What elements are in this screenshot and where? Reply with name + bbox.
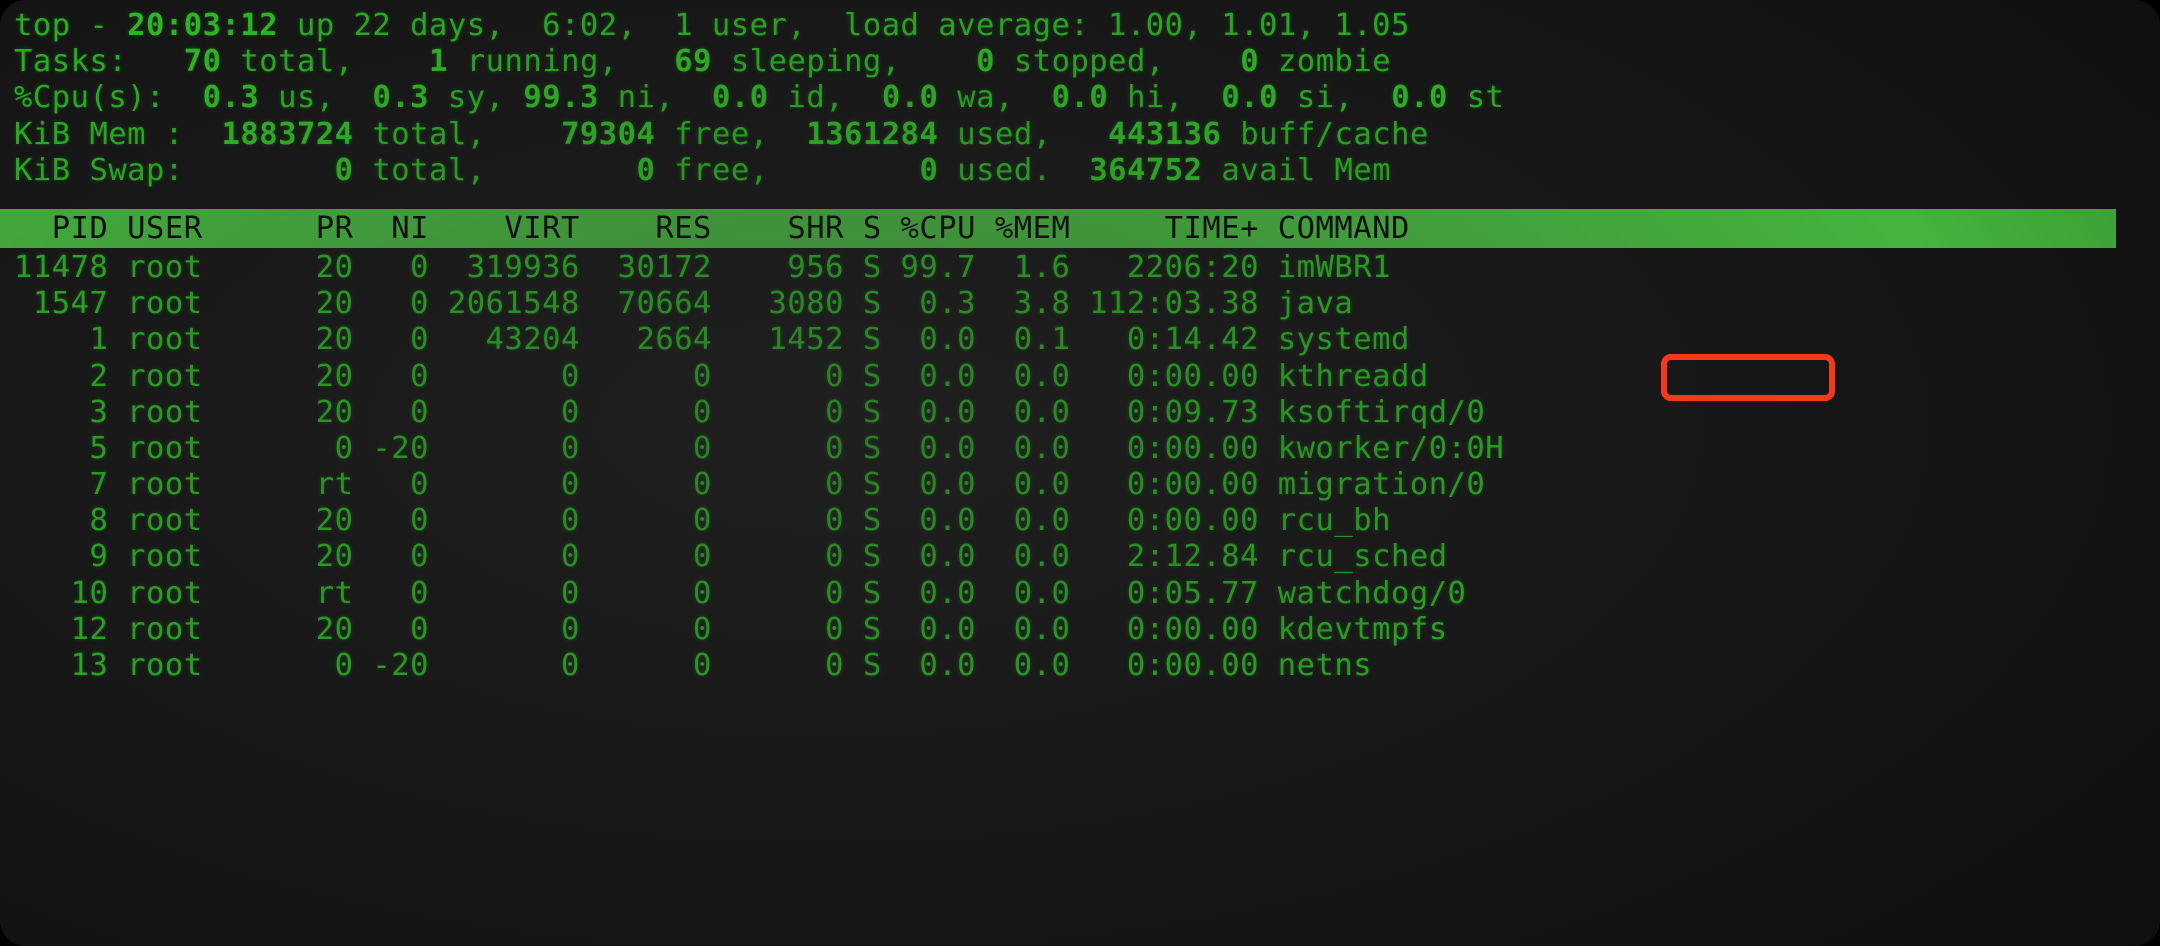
cpu-ni-label: ni, — [617, 80, 675, 116]
tasks-running-label: running, — [466, 44, 618, 80]
cpu-sy-value: 0.3 — [372, 80, 430, 116]
tasks-running-value: 1 — [429, 44, 448, 80]
uptime-load-text: up 22 days, 6:02, 1 user, load average: … — [278, 8, 1410, 43]
table-row[interactable]: 11478 root 20 0 319936 30172 956 S 99.7 … — [14, 250, 2160, 286]
cpu-si-label: si, — [1296, 80, 1354, 116]
cpu-hi-label: hi, — [1127, 80, 1184, 116]
table-row[interactable]: 1 root 20 0 43204 2664 1452 S 0.0 0.1 0:… — [14, 322, 2160, 358]
terminal-window[interactable]: top - 20:03:12 up 22 days, 6:02, 1 user,… — [0, 0, 2160, 946]
mem-used-value: 1361284 — [806, 116, 939, 152]
tasks-total-label: total, — [240, 44, 354, 80]
swap-free-label: free, — [674, 152, 769, 188]
table-row[interactable]: 5 root 0 -20 0 0 0 S 0.0 0.0 0:00.00 kwo… — [14, 431, 2160, 467]
table-row[interactable]: 13 root 0 -20 0 0 0 S 0.0 0.0 0:00.00 ne… — [14, 648, 2160, 684]
mem-label: KiB Mem : — [14, 116, 184, 152]
cpu-label: %Cpu(s): — [14, 80, 165, 116]
swap-used-value: 0 — [919, 152, 939, 188]
mem-line: KiB Mem : 1883724 total, 79304 free, 136… — [14, 117, 2160, 153]
cpu-id-label: id, — [787, 80, 845, 116]
process-table-header[interactable]: PID USER PR NI VIRT RES SHR S %CPU %MEM … — [0, 208, 2116, 248]
cpu-wa-label: wa, — [957, 80, 1014, 116]
table-row[interactable]: 9 root 20 0 0 0 0 S 0.0 0.0 2:12.84 rcu_… — [14, 539, 2160, 575]
mem-buffcache-value: 443136 — [1108, 116, 1222, 152]
swap-avail-label: avail Mem — [1221, 152, 1392, 188]
tasks-stopped-value: 0 — [976, 44, 995, 80]
table-row[interactable]: 7 root rt 0 0 0 0 S 0.0 0.0 0:00.00 migr… — [14, 467, 2160, 503]
cpu-sy-label: sy, — [447, 80, 505, 116]
terminal-content[interactable]: top - 20:03:12 up 22 days, 6:02, 1 user,… — [0, 0, 2160, 946]
mem-buffcache-label: buff/cache — [1240, 116, 1429, 152]
tasks-total-value: 70 — [183, 44, 222, 80]
top-label: top - — [14, 8, 128, 43]
swap-avail-value: 364752 — [1089, 152, 1203, 188]
mem-used-label: used, — [957, 116, 1052, 152]
table-row[interactable]: 2 root 20 0 0 0 0 S 0.0 0.0 0:00.00 kthr… — [14, 359, 2160, 395]
cpu-ni-value: 99.3 — [523, 80, 599, 116]
table-row[interactable]: 8 root 20 0 0 0 0 S 0.0 0.0 0:00.00 rcu_… — [14, 503, 2160, 539]
swap-used-label: used. — [957, 152, 1052, 188]
top-header-line: top - 20:03:12 up 22 days, 6:02, 1 user,… — [14, 8, 2160, 44]
mem-total-value: 1883724 — [221, 116, 354, 152]
cpu-us-label: us, — [278, 80, 335, 116]
tasks-stopped-label: stopped, — [1013, 44, 1165, 80]
swap-free-value: 0 — [636, 152, 656, 188]
mem-free-value: 79304 — [561, 116, 656, 152]
tasks-zombie-value: 0 — [1240, 44, 1260, 80]
table-row[interactable]: 3 root 20 0 0 0 0 S 0.0 0.0 0:09.73 ksof… — [14, 395, 2160, 431]
cpu-si-value: 0.0 — [1221, 80, 1279, 116]
current-time: 20:03:12 — [127, 8, 279, 43]
table-row[interactable]: 10 root rt 0 0 0 0 S 0.0 0.0 0:05.77 wat… — [14, 576, 2160, 612]
table-row[interactable]: 1547 root 20 0 2061548 70664 3080 S 0.3 … — [14, 286, 2160, 322]
tasks-zombie-label: zombie — [1277, 44, 1392, 80]
mem-total-label: total, — [372, 116, 486, 152]
tasks-sleeping-value: 69 — [674, 44, 713, 80]
cpu-wa-value: 0.0 — [881, 80, 939, 116]
swap-label: KiB Swap: — [14, 152, 184, 188]
cpu-st-value: 0.0 — [1391, 80, 1448, 116]
tasks-line: Tasks: 70 total, 1 running, 69 sleeping,… — [14, 44, 2160, 80]
process-table-body[interactable]: 11478 root 20 0 319936 30172 956 S 99.7 … — [14, 250, 2160, 684]
swap-total-label: total, — [372, 152, 486, 188]
swap-line: KiB Swap: 0 total, 0 free, 0 used. 36475… — [14, 153, 2160, 189]
tasks-label: Tasks: — [14, 44, 128, 80]
swap-total-value: 0 — [334, 152, 354, 188]
cpu-id-value: 0.0 — [712, 80, 769, 116]
cpu-st-label: st — [1466, 80, 1505, 116]
mem-free-label: free, — [674, 116, 769, 152]
cpu-hi-value: 0.0 — [1051, 80, 1109, 116]
cpu-line: %Cpu(s): 0.3 us, 0.3 sy, 99.3 ni, 0.0 id… — [14, 80, 2160, 116]
tasks-sleeping-label: sleeping, — [730, 44, 901, 80]
table-row[interactable]: 12 root 20 0 0 0 0 S 0.0 0.0 0:00.00 kde… — [14, 612, 2160, 648]
cpu-us-value: 0.3 — [202, 80, 260, 116]
